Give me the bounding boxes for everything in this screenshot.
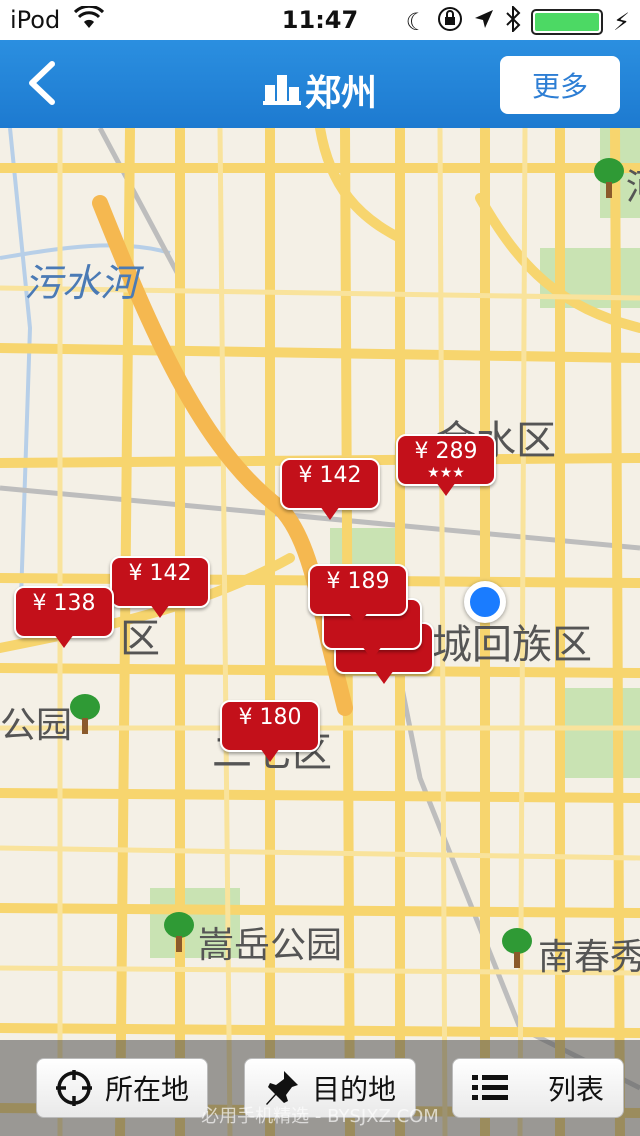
moon-icon: ☾ [405, 8, 428, 36]
city-icon [262, 73, 301, 114]
navigation-bar: 郑州 更多 [0, 40, 640, 128]
map-label-nanchun: 南春秀 [538, 937, 640, 978]
bluetooth-icon [505, 4, 521, 38]
park-tree-icon [500, 928, 534, 972]
charging-icon: ⚡ [613, 8, 630, 36]
battery-icon [531, 9, 604, 35]
map-label-guancheng: 城回族区 [432, 622, 592, 668]
location-arrow-icon [473, 8, 495, 36]
map-label-park-left: 公园 [0, 705, 73, 746]
map-label-river: 污水河 [24, 261, 139, 305]
list-icon [471, 1075, 508, 1100]
map-label-corner: 河 [626, 158, 640, 210]
hotel-price-pin[interactable]: ¥ 142 [110, 556, 210, 618]
current-location-dot [464, 581, 506, 623]
rotation-lock-icon [437, 6, 463, 38]
hotel-price-pin[interactable]: ¥ 180 [220, 700, 320, 762]
more-button[interactable]: 更多 [500, 56, 620, 114]
hotel-price-pin[interactable]: ¥ 189 [308, 564, 408, 626]
map-view[interactable]: 污水河 金水区 城回族区 区 二七区 公园 嵩岳公园 南春秀 河 ★★★ ¥ 2… [0, 128, 640, 1136]
watermark-text: 必用手机精选 - BYSJXZ.COM [201, 1106, 439, 1127]
status-bar: iPod 11:47 ☾ ⚡ [0, 0, 640, 40]
hotel-price-pin[interactable]: ¥ 289 ★★★ [396, 434, 496, 496]
hotel-price-pin[interactable]: ¥ 138 [14, 586, 114, 648]
hotel-price-pin[interactable]: ¥ 142 [280, 458, 380, 520]
map-label-songyue-park: 嵩岳公园 [198, 925, 343, 966]
park-tree-icon [68, 694, 102, 738]
park-tree-icon [592, 158, 626, 202]
city-name: 郑州 [304, 73, 377, 114]
park-tree-icon [162, 912, 196, 956]
